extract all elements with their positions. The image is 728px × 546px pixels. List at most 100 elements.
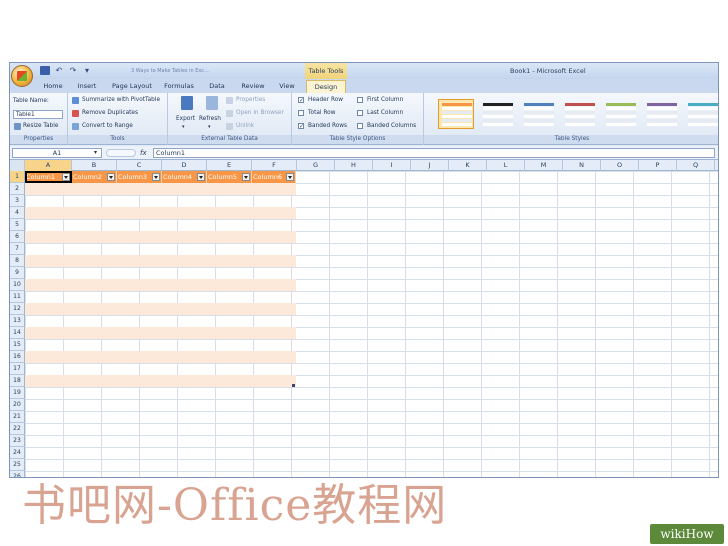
unlink-button[interactable]: Unlink bbox=[236, 121, 254, 131]
table-header-cell[interactable]: Column4 bbox=[162, 171, 207, 183]
table-style-swatch[interactable] bbox=[438, 99, 474, 129]
tab-design[interactable]: Design bbox=[306, 80, 346, 93]
table-row[interactable] bbox=[25, 315, 296, 327]
export-button[interactable]: Export bbox=[176, 114, 195, 124]
table-row[interactable] bbox=[25, 339, 296, 351]
table-style-swatch[interactable] bbox=[602, 99, 638, 129]
header-row-checkbox[interactable]: ✓ bbox=[298, 97, 304, 104]
row-header-2[interactable]: 2 bbox=[10, 183, 25, 195]
formula-input[interactable]: Column1 bbox=[153, 148, 715, 158]
table-row[interactable] bbox=[25, 363, 296, 375]
last-column-checkbox[interactable] bbox=[357, 110, 363, 116]
filter-dropdown-icon[interactable] bbox=[242, 173, 250, 181]
row-header-26[interactable]: 26 bbox=[10, 471, 25, 477]
row-header-20[interactable]: 20 bbox=[10, 399, 25, 411]
column-header-j[interactable]: J bbox=[411, 160, 449, 171]
name-box-dropdown-icon[interactable]: ▾ bbox=[94, 147, 97, 159]
row-header-23[interactable]: 23 bbox=[10, 435, 25, 447]
cells-area[interactable]: Column1 Column2 Column3 Column4 Column5 Colum… bbox=[25, 171, 718, 477]
total-row-checkbox[interactable] bbox=[298, 110, 304, 116]
column-header-k[interactable]: K bbox=[449, 160, 487, 171]
name-box[interactable]: A1 bbox=[12, 148, 102, 158]
table-name-input[interactable]: Table1 bbox=[13, 110, 63, 119]
tab-data[interactable]: Data bbox=[204, 80, 230, 93]
column-header-d[interactable]: D bbox=[162, 160, 207, 171]
row-header-11[interactable]: 11 bbox=[10, 291, 25, 303]
table-header-cell[interactable]: Column5 bbox=[207, 171, 252, 183]
undo-icon[interactable]: ↶ bbox=[54, 66, 64, 75]
tab-review[interactable]: Review bbox=[236, 80, 270, 93]
table-row[interactable] bbox=[25, 375, 296, 387]
row-header-14[interactable]: 14 bbox=[10, 327, 25, 339]
column-header-c[interactable]: C bbox=[117, 160, 162, 171]
column-header-m[interactable]: M bbox=[525, 160, 563, 171]
table-header-cell[interactable]: Column2 bbox=[72, 171, 117, 183]
document-tab[interactable]: 3 Ways to Make Tables in Exc... bbox=[131, 65, 241, 77]
column-header-e[interactable]: E bbox=[207, 160, 252, 171]
table-row[interactable] bbox=[25, 195, 296, 207]
table-row[interactable] bbox=[25, 207, 296, 219]
tab-home[interactable]: Home bbox=[38, 80, 68, 93]
column-header-q[interactable]: Q bbox=[677, 160, 715, 171]
table-row[interactable] bbox=[25, 327, 296, 339]
table-style-swatch[interactable] bbox=[643, 99, 679, 129]
table-row[interactable] bbox=[25, 243, 296, 255]
save-icon[interactable] bbox=[40, 66, 50, 75]
filter-dropdown-icon[interactable] bbox=[286, 173, 294, 181]
row-header-5[interactable]: 5 bbox=[10, 219, 25, 231]
tab-view[interactable]: View bbox=[274, 80, 300, 93]
column-header-p[interactable]: P bbox=[639, 160, 677, 171]
external-properties-button[interactable]: Properties bbox=[236, 95, 265, 105]
column-header-o[interactable]: O bbox=[601, 160, 639, 171]
tab-formulas[interactable]: Formulas bbox=[160, 80, 198, 93]
office-button[interactable] bbox=[11, 65, 33, 87]
table-row[interactable] bbox=[25, 183, 296, 195]
filter-dropdown-icon[interactable] bbox=[197, 173, 205, 181]
banded-columns-checkbox[interactable] bbox=[357, 123, 363, 129]
export-dropdown-icon[interactable]: ▾ bbox=[182, 122, 185, 132]
table-style-swatch[interactable] bbox=[684, 99, 718, 129]
customize-qat-icon[interactable]: ▾ bbox=[82, 66, 92, 75]
column-header-h[interactable]: H bbox=[335, 160, 373, 171]
row-header-8[interactable]: 8 bbox=[10, 255, 25, 267]
table-header-cell[interactable]: Column6 bbox=[252, 171, 296, 183]
open-in-browser-button[interactable]: Open in Browser bbox=[236, 108, 284, 118]
table-row[interactable] bbox=[25, 291, 296, 303]
table-row[interactable] bbox=[25, 303, 296, 315]
column-header-f[interactable]: F bbox=[252, 160, 297, 171]
first-column-checkbox[interactable] bbox=[357, 97, 363, 103]
row-header-1[interactable]: 1 bbox=[10, 171, 25, 183]
column-header-i[interactable]: I bbox=[373, 160, 411, 171]
row-header-22[interactable]: 22 bbox=[10, 423, 25, 435]
table-style-swatch[interactable] bbox=[520, 99, 556, 129]
banded-rows-checkbox[interactable]: ✓ bbox=[298, 123, 304, 130]
filter-dropdown-icon[interactable] bbox=[152, 173, 160, 181]
column-header-l[interactable]: L bbox=[487, 160, 525, 171]
row-header-9[interactable]: 9 bbox=[10, 267, 25, 279]
row-header-18[interactable]: 18 bbox=[10, 375, 25, 387]
column-header-b[interactable]: B bbox=[72, 160, 117, 171]
resize-table-button[interactable]: Resize Table bbox=[23, 121, 58, 131]
tab-page-layout[interactable]: Page Layout bbox=[108, 80, 156, 93]
table-style-swatch[interactable] bbox=[561, 99, 597, 129]
row-header-12[interactable]: 12 bbox=[10, 303, 25, 315]
table-row[interactable] bbox=[25, 219, 296, 231]
column-header-a[interactable]: A bbox=[25, 160, 72, 171]
row-header-15[interactable]: 15 bbox=[10, 339, 25, 351]
row-header-25[interactable]: 25 bbox=[10, 459, 25, 471]
row-header-10[interactable]: 10 bbox=[10, 279, 25, 291]
row-header-17[interactable]: 17 bbox=[10, 363, 25, 375]
table-row[interactable] bbox=[25, 255, 296, 267]
refresh-dropdown-icon[interactable]: ▾ bbox=[208, 122, 211, 132]
remove-duplicates-button[interactable]: Remove Duplicates bbox=[82, 108, 138, 118]
row-header-7[interactable]: 7 bbox=[10, 243, 25, 255]
select-all-corner[interactable] bbox=[10, 160, 25, 171]
table-header-cell[interactable]: Column3 bbox=[117, 171, 162, 183]
row-header-4[interactable]: 4 bbox=[10, 207, 25, 219]
row-header-13[interactable]: 13 bbox=[10, 315, 25, 327]
summarize-pivot-button[interactable]: Summarize with PivotTable bbox=[82, 95, 160, 105]
table-row[interactable] bbox=[25, 351, 296, 363]
row-header-16[interactable]: 16 bbox=[10, 351, 25, 363]
insert-function-icon[interactable]: fx bbox=[140, 147, 147, 159]
redo-icon[interactable]: ↷ bbox=[68, 66, 78, 75]
